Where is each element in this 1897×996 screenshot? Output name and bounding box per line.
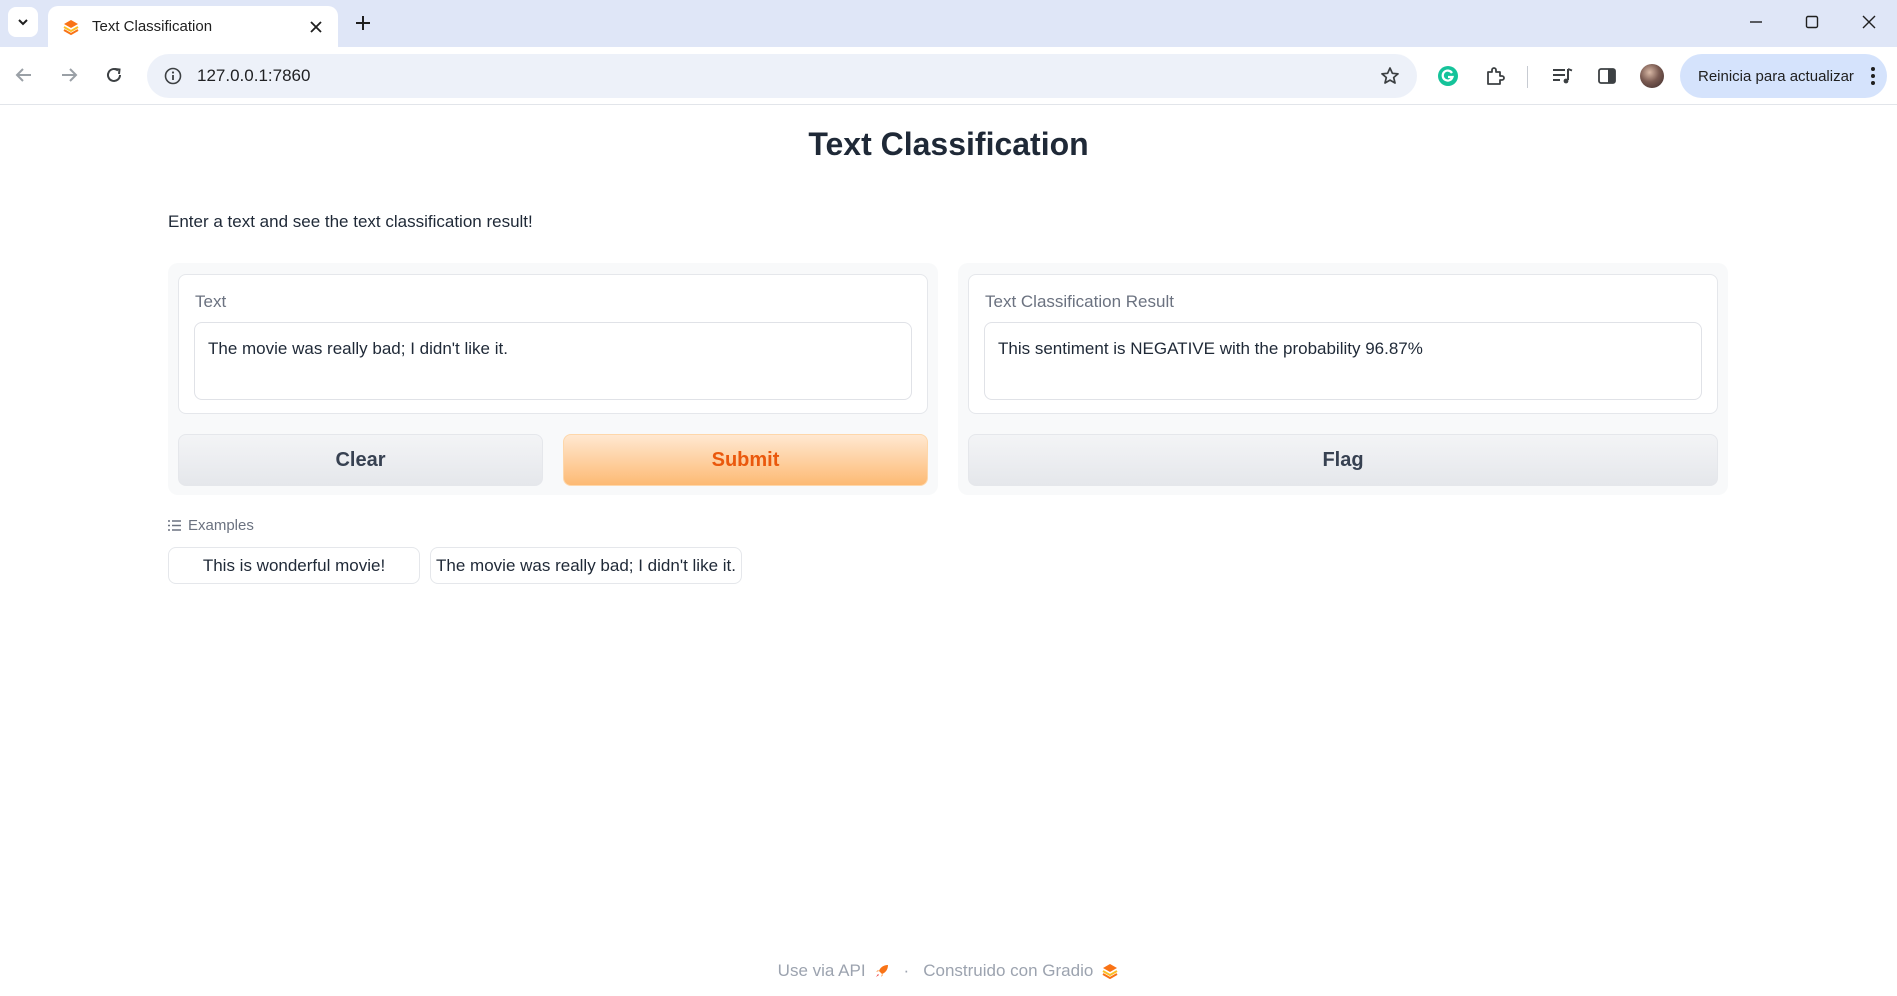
gradio-logo-icon [1101,963,1119,979]
browser-tab[interactable]: Text Classification [48,6,338,47]
back-button[interactable] [8,59,40,91]
clear-button[interactable]: Clear [178,434,543,486]
tab-title: Text Classification [92,18,213,35]
address-bar[interactable]: 127.0.0.1:7860 [147,54,1417,98]
url-text[interactable]: 127.0.0.1:7860 [197,66,1377,86]
update-browser-label: Reinicia para actualizar [1698,67,1854,85]
gradio-favicon-icon [63,19,79,35]
side-panel-button[interactable] [1593,62,1621,90]
back-icon [15,68,31,82]
flag-button[interactable]: Flag [968,434,1718,486]
menu-dots-icon [1871,67,1875,85]
examples-header: Examples [168,517,254,534]
rocket-icon [874,963,890,979]
grammarly-icon [1438,66,1458,86]
submit-button[interactable]: Submit [563,434,928,486]
tab-search-icon [18,19,28,26]
profile-avatar[interactable] [1640,64,1664,88]
close-window-icon [1862,15,1876,29]
use-via-api-link[interactable]: Use via API [778,961,866,981]
tab-strip: Text Classification [0,0,1897,47]
example-item[interactable]: This is wonderful movie! [168,547,420,584]
input-panel: Text The movie was really bad; I didn't … [168,263,938,495]
minimize-icon [1750,21,1762,23]
site-info-button[interactable] [161,64,185,88]
toolbar-separator [1527,66,1528,88]
site-info-icon [164,67,182,85]
extensions-icon [1487,67,1505,85]
close-tab-button[interactable] [306,17,326,37]
bookmark-button[interactable] [1377,63,1403,89]
text-input-field[interactable]: The movie was really bad; I didn't like … [194,322,912,400]
page-description: Enter a text and see the text classifica… [168,212,533,231]
new-tab-icon [356,16,370,30]
text-input-block: Text The movie was really bad; I didn't … [178,274,928,414]
forward-icon [62,68,78,82]
reload-icon [107,67,121,82]
grammarly-extension-button[interactable] [1434,62,1462,90]
bookmark-star-icon [1381,67,1399,84]
side-panel-icon [1598,68,1616,84]
result-output-field[interactable]: This sentiment is NEGATIVE with the prob… [984,322,1702,400]
media-controls-icon [1553,68,1573,84]
reload-button[interactable] [98,59,130,91]
tab-search-button[interactable] [8,7,38,37]
footer: Use via API · Construido con Gradio [0,961,1897,981]
output-panel: Text Classification Result This sentimen… [958,263,1728,495]
list-icon [168,520,182,531]
maximize-button[interactable] [1792,8,1832,36]
close-tab-icon [310,20,322,33]
result-output-block: Text Classification Result This sentimen… [968,274,1718,414]
maximize-icon [1805,15,1819,29]
browser-menu-button[interactable] [1859,66,1887,86]
result-output-label: Text Classification Result [985,292,1174,311]
built-with-gradio-link[interactable]: Construido con Gradio [923,961,1093,981]
examples-label: Examples [188,517,254,534]
text-input-label: Text [195,292,227,311]
minimize-button[interactable] [1736,8,1776,36]
footer-separator: · [903,961,910,980]
page-title: Text Classification [808,126,1089,162]
close-window-button[interactable] [1849,8,1889,36]
forward-button[interactable] [53,59,85,91]
browser-toolbar: 127.0.0.1:7860 Reinicia para actualizar [0,47,1897,105]
media-controls-button[interactable] [1548,62,1576,90]
extensions-button[interactable] [1481,62,1509,90]
example-item[interactable]: The movie was really bad; I didn't like … [430,547,742,584]
new-tab-button[interactable] [350,10,376,36]
update-browser-button[interactable]: Reinicia para actualizar [1680,54,1887,98]
